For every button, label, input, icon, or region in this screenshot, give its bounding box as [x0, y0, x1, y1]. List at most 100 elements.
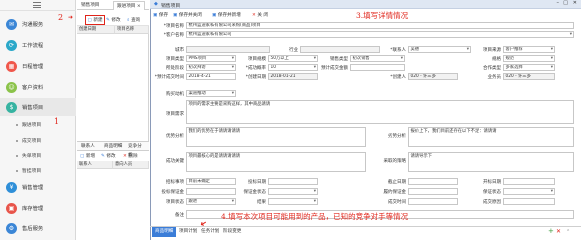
industry-field[interactable]	[300, 46, 380, 53]
label-bid-date: 投标日期	[248, 180, 266, 185]
save-label: 保存	[158, 13, 169, 18]
perf-status-select[interactable]	[503, 188, 555, 195]
tender-input[interactable]: 目前未确定	[186, 178, 236, 185]
delete-label: 删除	[128, 154, 138, 159]
spec-select[interactable]: 规范	[503, 55, 555, 62]
remove-row-icon[interactable]: ✕	[556, 228, 561, 235]
win-rate-select[interactable]: 10	[268, 64, 318, 71]
delete-button[interactable]: ✕ 删除	[123, 151, 138, 161]
tab-competition[interactable]: 竞争分析	[125, 142, 149, 158]
annotation-2: 2	[58, 13, 64, 22]
tab-product-details[interactable]: 商品明细	[152, 227, 177, 237]
maximize-icon[interactable]: □	[563, 0, 568, 6]
label-project-scale: 项目规模	[248, 57, 266, 62]
deadline-input[interactable]	[408, 178, 458, 185]
save-button[interactable]: ▣ 保存	[153, 10, 168, 20]
decision-textarea[interactable]: 请请导示下	[408, 152, 574, 172]
nav-item-sales-projects[interactable]: $ 销售项目	[0, 98, 76, 116]
minimize-icon[interactable]: –	[557, 0, 560, 6]
bid-bond-input[interactable]	[186, 188, 236, 195]
save-close-button[interactable]: ▣ 保存并关闭	[173, 10, 202, 20]
close-window-icon[interactable]: ✕	[573, 0, 577, 6]
city-field[interactable]	[186, 46, 270, 53]
project-type-select[interactable]: PMS项目	[186, 55, 236, 62]
project-source-select[interactable]: 客户推荐	[503, 46, 555, 53]
add-row-icon[interactable]: +	[548, 227, 554, 235]
col-contact[interactable]: 联系人	[77, 161, 113, 169]
subnav-lost[interactable]: 失单项目	[16, 152, 41, 159]
tab-sales-projects[interactable]: 销售项目	[78, 1, 102, 10]
nav-item-schedule[interactable]: ▦ 日程管理	[0, 57, 76, 75]
creator-field[interactable]: 020 - 许三多	[408, 73, 458, 80]
project-scale-select[interactable]: 50万以上	[268, 55, 318, 62]
label-est-amount: 预计成交金额	[321, 66, 348, 71]
collapse-icon[interactable]: ⌃	[566, 229, 570, 235]
save-new-button[interactable]: ▣ 保存并新增	[212, 10, 241, 20]
nav-label: 客户资料	[22, 85, 44, 91]
tab-products[interactable]: 商品明细	[101, 142, 125, 151]
chat-icon: ✉	[6, 18, 17, 30]
tab-follow-up[interactable]: 跟进项目 ×	[113, 1, 145, 10]
add-icon: ▢	[80, 153, 85, 159]
needs-textarea[interactable]: 项目的需求主要是采购这样，其中商品请请	[186, 100, 574, 124]
sales-type-select[interactable]: 初次销售	[350, 55, 405, 62]
sales-person-field[interactable]: 020 - 许三多	[503, 73, 555, 80]
label-bond-status: 保证金状态	[243, 190, 267, 195]
bond-status-select[interactable]	[268, 188, 318, 195]
nav-item-sales-manage[interactable]: ¥ 销售管理	[0, 178, 76, 196]
add-button[interactable]: ▢ 新增	[80, 151, 95, 161]
label-est-date: *预计成交时间	[154, 75, 184, 80]
customer-select[interactable]: 杭州蓝迪家私有限公司	[186, 31, 574, 38]
save-icon: ▣	[153, 12, 158, 18]
label-perf-bond: 履约保证金	[383, 190, 407, 195]
tab-stage-change[interactable]: 阶段变更	[220, 227, 244, 237]
col-intended-person[interactable]: 意向人员	[113, 161, 149, 169]
nav-label: 工作流程	[22, 43, 44, 49]
label-sales-person: 业务员	[487, 75, 502, 80]
col-created-date[interactable]: 创建日期	[77, 26, 115, 34]
project-list-grid[interactable]: 创建日期 项目名称	[77, 26, 149, 141]
nav-item-inventory[interactable]: ▣ 库存管理	[0, 199, 76, 217]
nav-item-workflow[interactable]: ⟳ 工作流程	[0, 36, 76, 54]
bid-date-input[interactable]	[268, 178, 318, 185]
close-time-input[interactable]	[408, 198, 458, 205]
est-amount-input[interactable]	[350, 64, 405, 71]
edit-detail-button[interactable]: ✎ 修改	[101, 151, 116, 161]
result-select[interactable]	[268, 198, 318, 205]
save-new-icon: ▣	[212, 12, 217, 18]
tab-project-plan[interactable]: 项目计划	[176, 227, 200, 237]
new-button[interactable]: ▢ 新建	[85, 15, 106, 25]
est-date-input[interactable]: 2018-4-21	[186, 73, 236, 80]
subnav-follow-up[interactable]: 跟进项目	[16, 121, 41, 128]
edit-button[interactable]: ✎ 修改	[106, 15, 121, 25]
perf-bond-input[interactable]	[408, 188, 458, 195]
nav-item-after-sales[interactable]: ⚙ 售后服务	[0, 219, 76, 237]
close-reason-input[interactable]	[503, 198, 555, 205]
label-buy-purpose: 购买动机	[166, 92, 184, 97]
subnav-closed[interactable]: 成交项目	[16, 137, 41, 144]
subnav-suspended[interactable]: 暂挂项目	[16, 167, 41, 174]
customer-icon: ☺	[6, 81, 17, 93]
detail-toolbar: ▢ 新增 ✎ 修改 ✕ 删除	[77, 151, 149, 161]
nav-item-customers[interactable]: ☺ 客户资料	[0, 78, 76, 96]
success-key-textarea[interactable]: 项目最核心的是请请请请请	[186, 152, 366, 172]
advantage-textarea[interactable]: 我们的优势在于请请请请请	[186, 127, 366, 147]
menu-icon[interactable]	[33, 2, 41, 8]
project-name-input[interactable]: 杭州蓝迪家私有限公司采购(商品)项目	[186, 22, 574, 29]
contact-select[interactable]: 吴德	[408, 46, 471, 53]
nav-item-communication[interactable]: ✉ 沟通服务	[0, 15, 76, 33]
close-button[interactable]: ✕ 关 闭	[252, 10, 268, 20]
buy-purpose-select[interactable]: 渠道推动	[186, 90, 236, 97]
bid-status-select[interactable]: 跟进	[186, 198, 236, 205]
created-date-field[interactable]: 2018-01-21	[268, 73, 318, 80]
col-project-name[interactable]: 项目名称	[115, 26, 149, 34]
tab-task-plan[interactable]: 任务计划	[198, 227, 222, 237]
label-contact: *联系人	[390, 48, 406, 53]
search-button[interactable]: ⌕ 查询	[127, 15, 140, 25]
disadvantage-textarea[interactable]: 报价上下，我们目前还存在以下不足：请请请	[408, 127, 574, 147]
annotation-4: 4.填写本次项目可能用到的产品，已知的竞争对手等情况	[221, 212, 409, 221]
open-date-input[interactable]	[503, 178, 555, 185]
tab-contacts[interactable]: 联系人	[78, 142, 98, 151]
stage-select[interactable]: 初次拜访	[186, 64, 236, 71]
contract-type-select[interactable]: 多家选择	[503, 64, 555, 71]
